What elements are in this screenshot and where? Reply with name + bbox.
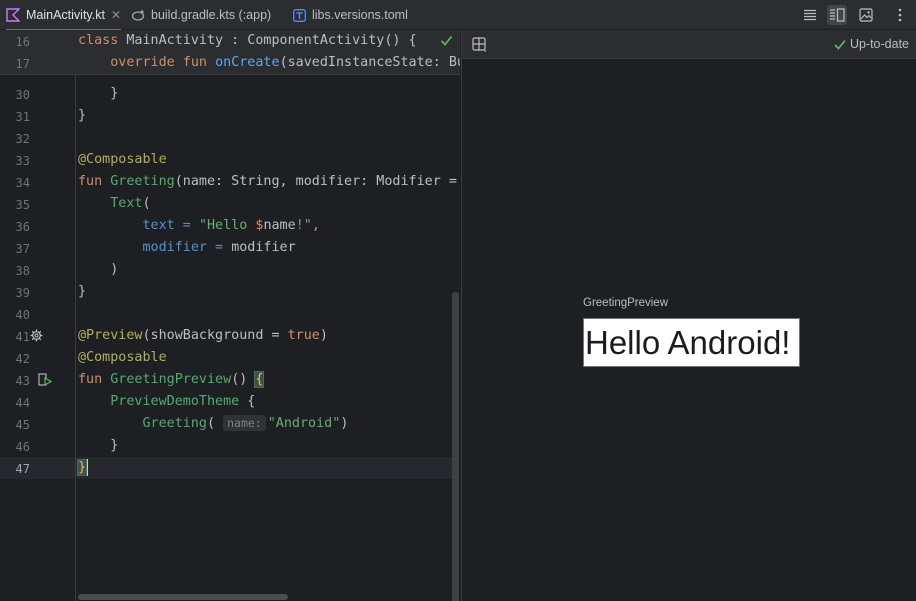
sticky-scroll-header[interactable]: 16 class MainActivity : ComponentActivit…	[0, 30, 460, 75]
code-line-47[interactable]: }	[76, 457, 89, 479]
parameter-name-hint: name:	[223, 415, 266, 431]
line-number: 47	[15, 462, 30, 476]
tab-label: MainActivity.kt	[26, 8, 105, 22]
compose-preview-pane[interactable]: Up-to-date GreetingPreview Hello Android…	[461, 30, 916, 601]
line-number: 32	[15, 132, 30, 146]
vertical-scrollbar[interactable]	[452, 292, 459, 601]
rendered-text: Hello Android!	[585, 323, 791, 361]
close-icon[interactable]: ✕	[111, 8, 121, 22]
line-number: 45	[15, 418, 30, 432]
check-icon	[834, 39, 846, 50]
design-view-icon[interactable]	[856, 5, 876, 25]
code-view-icon[interactable]	[800, 5, 820, 25]
sticky-code-line-16[interactable]: class MainActivity : ComponentActivity()…	[78, 30, 417, 52]
line-number: 46	[15, 440, 30, 454]
code-line-38[interactable]: )	[78, 259, 118, 281]
no-problems-check-icon[interactable]	[440, 34, 453, 52]
line-number: 33	[15, 154, 30, 168]
line-number: 44	[15, 396, 30, 410]
line-number: 16	[15, 35, 30, 49]
line-number: 38	[15, 264, 30, 278]
preview-render[interactable]: Hello Android!	[583, 318, 800, 367]
horizontal-scrollbar[interactable]	[78, 594, 288, 600]
current-line-highlight	[0, 457, 452, 479]
preview-settings-gear-icon[interactable]	[30, 329, 43, 347]
code-line-46[interactable]: }	[78, 435, 118, 457]
code-editor[interactable]: 16 class MainActivity : ComponentActivit…	[0, 30, 460, 601]
line-number: 43	[15, 374, 30, 388]
sticky-code-line-17[interactable]: override fun onCreate(savedInstanceState…	[78, 52, 460, 74]
line-number: 31	[15, 110, 30, 124]
code-line-39[interactable]: }	[78, 281, 86, 303]
code-line-41[interactable]: @Preview(showBackground = true)	[78, 325, 328, 347]
tab-label: libs.versions.toml	[312, 8, 408, 22]
status-badge: Up-to-date	[834, 37, 909, 51]
run-preview-icon[interactable]	[38, 373, 53, 392]
line-number: 30	[15, 88, 30, 102]
more-options-icon[interactable]	[890, 5, 910, 25]
tab-mainactivity[interactable]: MainActivity.kt ✕	[6, 0, 122, 31]
tab-build-gradle[interactable]: build.gradle.kts (:app)	[131, 0, 271, 30]
code-line-33[interactable]: @Composable	[78, 149, 167, 171]
editor-tab-bar: MainActivity.kt ✕ build.gradle.kts (:app…	[0, 0, 916, 31]
code-line-44[interactable]: PreviewDemoTheme {	[78, 391, 255, 413]
gutter-divider	[75, 30, 76, 601]
line-number: 34	[15, 176, 30, 190]
gradle-file-icon	[131, 8, 145, 22]
status-text: Up-to-date	[849, 37, 909, 51]
kotlin-file-icon	[6, 8, 20, 22]
code-line-35[interactable]: Text(	[78, 193, 150, 215]
line-number: 35	[15, 198, 30, 212]
line-number: 17	[15, 57, 30, 71]
preview-title: GreetingPreview	[583, 297, 669, 309]
toml-file-icon	[292, 8, 306, 22]
code-line-34[interactable]: fun Greeting(name: String, modifier: Mod…	[78, 171, 457, 193]
code-line-45[interactable]: Greeting( name: "Android")	[78, 413, 348, 435]
preview-toolbar: Up-to-date	[462, 30, 916, 59]
line-number: 40	[15, 308, 30, 322]
line-number: 36	[15, 220, 30, 234]
code-line-30[interactable]: }	[78, 83, 118, 105]
code-line-36[interactable]: text = "Hello $name!",	[78, 215, 320, 237]
text-caret	[86, 458, 89, 476]
layout-options-icon[interactable]	[472, 37, 488, 58]
tab-label: build.gradle.kts (:app)	[151, 8, 272, 22]
line-number: 37	[15, 242, 30, 256]
line-number: 42	[15, 352, 30, 366]
line-number: 41	[15, 330, 30, 344]
tab-libs-versions[interactable]: libs.versions.toml	[292, 0, 408, 30]
line-number: 39	[15, 286, 30, 300]
code-line-43[interactable]: fun GreetingPreview() {	[78, 369, 265, 391]
code-line-31[interactable]: }	[78, 105, 86, 127]
code-line-42[interactable]: @Composable	[78, 347, 167, 369]
split-view-icon[interactable]	[827, 5, 847, 25]
code-line-37[interactable]: modifier = modifier	[78, 237, 296, 259]
